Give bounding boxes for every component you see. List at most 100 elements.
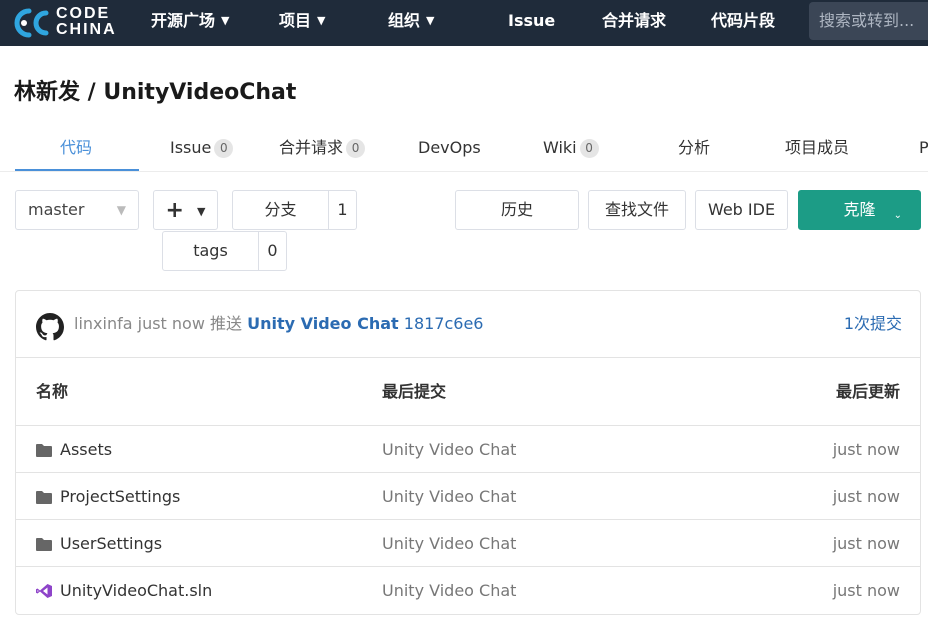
codechina-logo[interactable]: CODE CHINA <box>14 5 124 41</box>
chevron-down-icon: ⌄ <box>893 210 902 221</box>
tab-members-label: 项目成员 <box>785 138 850 157</box>
nav-snippets[interactable]: 代码片段 <box>711 0 775 46</box>
last-commit-bar: linxinfa just now 推送 Unity Video Chat 18… <box>16 291 920 358</box>
branch-select[interactable]: master ▼ <box>15 190 139 230</box>
file-name-link[interactable]: UnityVideoChat.sln <box>36 567 212 614</box>
tab-more-label: P <box>919 138 928 157</box>
clone-button[interactable]: 克隆 ⌄ <box>798 190 921 230</box>
tab-analytics[interactable]: 分析 <box>678 124 710 171</box>
file-browser: linxinfa just now 推送 Unity Video Chat 18… <box>15 290 921 615</box>
file-name-link[interactable]: Assets <box>36 426 112 473</box>
commit-count-link[interactable]: 1次提交 <box>844 291 902 357</box>
add-dropdown-button[interactable]: + ▼ <box>153 190 218 230</box>
nav-explore-label: 开源广场 <box>151 11 216 30</box>
file-name-link[interactable]: UserSettings <box>36 520 162 567</box>
find-file-button[interactable]: 查找文件 <box>588 190 686 230</box>
logo-line-2: CHINA <box>56 21 117 38</box>
tab-wiki-label: Wiki <box>543 138 577 157</box>
branches-label: 分支 <box>233 191 329 229</box>
file-name: ProjectSettings <box>60 487 181 506</box>
nav-merge-requests-label: 合并请求 <box>602 11 667 30</box>
file-last-commit[interactable]: Unity Video Chat <box>382 426 516 473</box>
commit-hash-link[interactable]: 1817c6e6 <box>404 314 484 333</box>
tab-issue-label: Issue <box>170 138 212 157</box>
file-table-header: 名称 最后提交 最后更新 <box>16 358 920 426</box>
history-button[interactable]: 历史 <box>455 190 579 230</box>
tags-label: tags <box>163 232 259 270</box>
tab-devops[interactable]: DevOps <box>418 124 481 171</box>
repo-tabs: 代码 Issue 0 合并请求 0 DevOps Wiki 0 分析 项目成员 P <box>0 124 928 172</box>
search-input[interactable]: 搜索或转到... <box>809 2 928 40</box>
logo-text: CODE CHINA <box>56 6 117 38</box>
file-name: UnityVideoChat.sln <box>60 581 213 600</box>
folder-icon <box>36 538 52 551</box>
commit-action: 推送 <box>210 314 243 333</box>
file-updated: just now <box>832 581 900 600</box>
file-name-link[interactable]: ProjectSettings <box>36 473 180 520</box>
tab-wiki[interactable]: Wiki 0 <box>543 124 599 171</box>
chevron-down-icon: ▼ <box>116 203 126 217</box>
header-last-update: 最后更新 <box>835 382 900 401</box>
github-icon <box>36 313 64 341</box>
branches-button[interactable]: 分支 1 <box>232 190 357 230</box>
issue-count-badge: 0 <box>214 139 234 158</box>
top-navbar: CODE CHINA 开源广场 ▼ 项目 ▼ 组织 ▼ Issue 合并请求 代码片段… <box>0 0 928 46</box>
clone-label: 克隆 <box>843 200 876 219</box>
nav-projects-label: 项目 <box>279 11 312 30</box>
chevron-down-icon: ▼ <box>197 205 206 218</box>
file-updated: just now <box>832 534 900 553</box>
merge-request-count-badge: 0 <box>346 139 366 158</box>
chevron-down-icon: ▼ <box>426 14 435 27</box>
tab-members[interactable]: 项目成员 <box>785 124 849 171</box>
file-last-commit[interactable]: Unity Video Chat <box>382 473 516 520</box>
nav-issue[interactable]: Issue <box>508 0 555 46</box>
nav-merge-requests[interactable]: 合并请求 <box>602 0 666 46</box>
visual-studio-icon <box>36 584 52 598</box>
file-last-commit[interactable]: Unity Video Chat <box>382 520 516 567</box>
nav-explore[interactable]: 开源广场 ▼ <box>151 0 229 46</box>
tab-devops-label: DevOps <box>418 138 481 157</box>
nav-projects[interactable]: 项目 ▼ <box>279 0 325 46</box>
header-name: 名称 <box>36 382 69 401</box>
tab-code-label: 代码 <box>60 138 93 157</box>
nav-groups-label: 组织 <box>388 11 421 30</box>
nav-issue-label: Issue <box>508 11 556 30</box>
table-row[interactable]: UserSettings Unity Video Chat just now <box>16 520 920 567</box>
commit-message-link[interactable]: Unity Video Chat <box>247 314 399 333</box>
plus-icon: + <box>165 198 184 223</box>
web-ide-button[interactable]: Web IDE <box>695 190 788 230</box>
commit-time: just now <box>137 314 205 333</box>
branches-count: 1 <box>337 200 348 219</box>
folder-icon <box>36 491 52 504</box>
nav-snippets-label: 代码片段 <box>711 11 776 30</box>
file-name: UserSettings <box>60 534 163 553</box>
chevron-down-icon: ▼ <box>317 14 326 27</box>
branch-select-value: master <box>28 200 85 219</box>
logo-line-1: CODE <box>56 5 111 22</box>
tab-analytics-label: 分析 <box>678 138 711 157</box>
table-row[interactable]: UnityVideoChat.sln Unity Video Chat just… <box>16 567 920 614</box>
commit-author[interactable]: linxinfa <box>74 314 133 333</box>
header-last-commit: 最后提交 <box>382 382 447 401</box>
wiki-count-badge: 0 <box>579 139 599 158</box>
page-title: 林新发 / UnityVideoChat <box>14 80 297 105</box>
last-commit-text: linxinfa just now 推送 Unity Video Chat 18… <box>74 291 483 357</box>
tab-code[interactable]: 代码 <box>60 124 92 171</box>
nav-groups[interactable]: 组织 ▼ <box>388 0 434 46</box>
tags-button[interactable]: tags 0 <box>162 231 287 271</box>
tags-count: 0 <box>267 241 278 260</box>
logo-mark-icon <box>14 8 49 38</box>
table-row[interactable]: ProjectSettings Unity Video Chat just no… <box>16 473 920 520</box>
file-last-commit[interactable]: Unity Video Chat <box>382 567 516 614</box>
tab-merge-requests[interactable]: 合并请求 0 <box>279 124 366 171</box>
tab-merge-requests-label: 合并请求 <box>279 138 344 157</box>
file-name: Assets <box>60 440 113 459</box>
tab-more[interactable]: P <box>919 124 928 171</box>
file-updated: just now <box>832 440 900 459</box>
folder-icon <box>36 444 52 457</box>
chevron-down-icon: ▼ <box>221 14 230 27</box>
file-updated: just now <box>832 487 900 506</box>
active-tab-indicator <box>15 169 139 171</box>
table-row[interactable]: Assets Unity Video Chat just now <box>16 426 920 473</box>
tab-issue[interactable]: Issue 0 <box>170 124 234 171</box>
